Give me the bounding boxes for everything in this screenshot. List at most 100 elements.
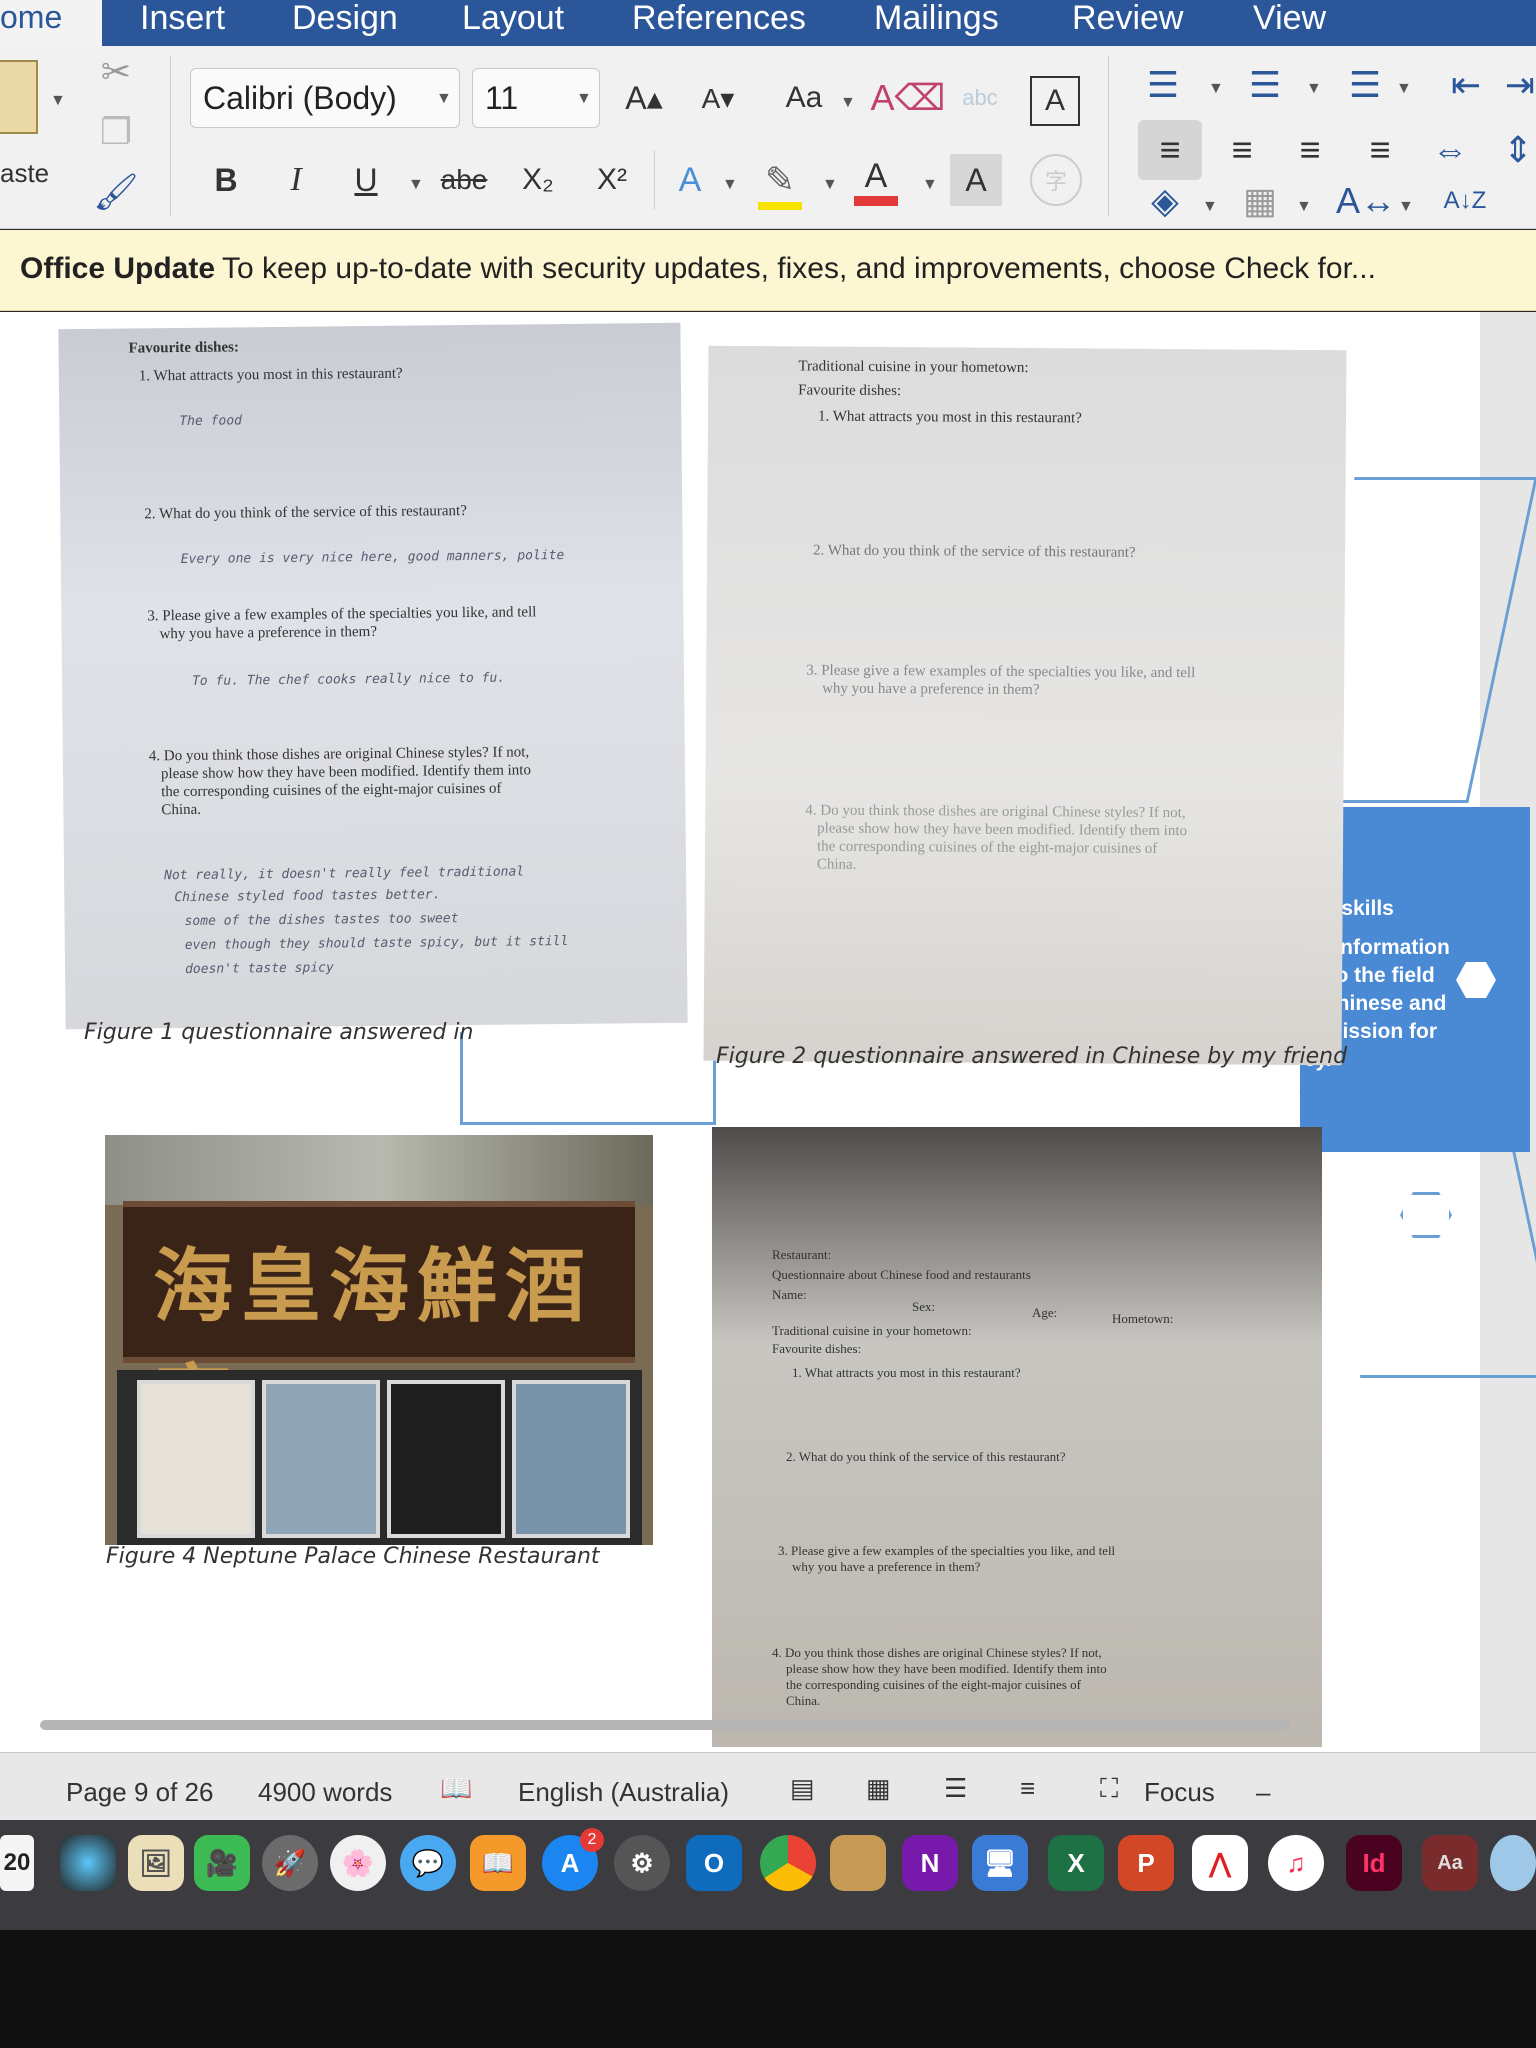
increase-indent-icon[interactable]: ⇥	[1504, 60, 1536, 110]
figure-3-photo[interactable]: Restaurant: Questionnaire about Chinese …	[712, 1127, 1322, 1747]
messages-icon[interactable]: 💬	[400, 1835, 456, 1891]
align-left-icon[interactable]: ≡	[1138, 120, 1202, 180]
acrobat-icon[interactable]: ⋀	[1192, 1835, 1248, 1891]
system-preferences-icon[interactable]: ⚙	[614, 1835, 670, 1891]
decrease-indent-icon[interactable]: ⇤	[1438, 60, 1494, 110]
outlook-icon[interactable]: O	[686, 1835, 742, 1891]
highlight-icon[interactable]: ✎	[750, 150, 810, 210]
powerpoint-icon[interactable]: P	[1118, 1835, 1174, 1891]
siri-icon[interactable]	[60, 1835, 116, 1891]
font-size-dropdown-icon[interactable]: ▼	[576, 90, 592, 108]
tab-mailings[interactable]: Mailings	[874, 0, 999, 40]
char-shading-button[interactable]: A	[950, 154, 1002, 206]
tab-home[interactable]: ome	[0, 0, 102, 46]
tab-design[interactable]: Design	[292, 0, 398, 40]
paste-dropdown-icon[interactable]: ▼	[50, 92, 66, 110]
text-effects-button[interactable]: A	[664, 150, 716, 210]
document-page[interactable]: ion skills ed information o do the field…	[0, 312, 1536, 1752]
text-direction-dropdown-icon[interactable]: ▼	[1398, 198, 1414, 216]
window	[137, 1380, 255, 1538]
message-bar-text[interactable]: To keep up-to-date with security updates…	[222, 252, 1376, 286]
numbering-dropdown-icon[interactable]: ▼	[1306, 80, 1322, 98]
subscript-button[interactable]: X₂	[506, 150, 570, 210]
align-center-icon[interactable]: ≡	[1212, 120, 1272, 180]
align-right-icon[interactable]: ≡	[1280, 120, 1340, 180]
tab-review[interactable]: Review	[1072, 0, 1183, 40]
borders-dropdown-icon[interactable]: ▼	[1296, 198, 1312, 216]
print-layout-view-icon[interactable]: ▤	[790, 1773, 815, 1804]
text-direction-icon[interactable]: A↔	[1336, 176, 1396, 226]
web-layout-view-icon[interactable]: ▦	[866, 1773, 891, 1804]
figure-2-photo[interactable]: Traditional cuisine in your hometown: Fa…	[703, 345, 1347, 1066]
format-painter-icon[interactable]: 🖌	[93, 171, 139, 212]
underline-dropdown-icon[interactable]: ▼	[408, 176, 424, 194]
copy-icon[interactable]: ❐	[96, 111, 136, 152]
excel-letter: X	[1067, 1847, 1085, 1878]
launchpad-icon[interactable]: 🚀	[262, 1835, 318, 1891]
multilevel-list-dropdown-icon[interactable]: ▼	[1396, 80, 1412, 98]
horizontal-scrollbar[interactable]	[40, 1720, 1290, 1730]
font-book-icon[interactable]: Aa	[1422, 1835, 1478, 1891]
excel-icon[interactable]: X	[1048, 1835, 1104, 1891]
paste-icon[interactable]	[0, 60, 38, 134]
strikethrough-button[interactable]: abe	[432, 150, 496, 210]
font-color-button[interactable]: A	[850, 150, 902, 202]
cut-icon[interactable]: ✂	[96, 51, 136, 92]
superscript-button[interactable]: X²	[580, 150, 644, 210]
figure-4-photo[interactable]: 海皇海鮮酒家	[105, 1135, 653, 1545]
photos-icon[interactable]: 🌸	[330, 1835, 386, 1891]
onenote-icon[interactable]: N	[902, 1835, 958, 1891]
change-case-button[interactable]: Aa	[776, 72, 832, 124]
tab-references[interactable]: References	[632, 0, 806, 40]
zoom-out-icon[interactable]: –	[1256, 1777, 1270, 1808]
books-icon[interactable]: 📖	[470, 1835, 526, 1891]
tab-view[interactable]: View	[1253, 0, 1326, 40]
enclose-characters-icon[interactable]: 字	[1030, 154, 1082, 206]
preview-icon[interactable]: 🖼	[128, 1835, 184, 1891]
page-count[interactable]: Page 9 of 26	[66, 1777, 213, 1808]
word-count[interactable]: 4900 words	[258, 1777, 392, 1808]
outline-view-icon[interactable]: ☰	[944, 1773, 967, 1804]
change-case-dropdown-icon[interactable]: ▼	[840, 94, 856, 112]
numbering-icon[interactable]: ☰	[1240, 60, 1290, 110]
focus-icon[interactable]: ⛶	[1100, 1773, 1118, 1805]
shading-dropdown-icon[interactable]: ▼	[1202, 198, 1218, 216]
justify-icon[interactable]: ≡	[1350, 120, 1410, 180]
screen-sharing-icon[interactable]: 🖥	[972, 1835, 1028, 1891]
draft-view-icon[interactable]: ≡	[1020, 1773, 1035, 1804]
clear-formatting-icon[interactable]: A⌫	[871, 72, 946, 124]
chrome-icon[interactable]	[760, 1835, 816, 1891]
calendar-icon[interactable]: 20	[0, 1835, 34, 1891]
indesign-icon[interactable]: Id	[1346, 1835, 1402, 1891]
focus-label[interactable]: Focus	[1144, 1777, 1215, 1808]
font-color-dropdown-icon[interactable]: ▼	[922, 176, 938, 194]
bullets-dropdown-icon[interactable]: ▼	[1208, 80, 1224, 98]
bullets-icon[interactable]: ☰	[1138, 60, 1188, 110]
multilevel-list-icon[interactable]: ☰	[1340, 60, 1390, 110]
highlight-dropdown-icon[interactable]: ▼	[822, 176, 838, 194]
tab-insert[interactable]: Insert	[140, 0, 225, 40]
underline-button[interactable]: U	[340, 150, 392, 210]
tab-layout[interactable]: Layout	[462, 0, 564, 40]
distributed-icon[interactable]: ⇔	[1420, 120, 1480, 180]
music-icon[interactable]: ♫	[1268, 1835, 1324, 1891]
sort-button[interactable]: A↓Z	[1440, 176, 1490, 226]
char-border-button[interactable]: A	[1030, 76, 1080, 126]
finder-icon[interactable]	[1490, 1835, 1536, 1891]
language-label[interactable]: English (Australia)	[518, 1777, 729, 1808]
notes-icon[interactable]	[830, 1835, 886, 1891]
line-spacing-icon[interactable]: ⇕	[1500, 120, 1536, 180]
shrink-font-button[interactable]: A▾	[692, 72, 744, 124]
bold-button[interactable]: B	[200, 150, 252, 210]
italic-button[interactable]: I	[270, 150, 322, 210]
shading-icon[interactable]: ◈	[1140, 176, 1190, 226]
proofing-icon[interactable]: 📖	[440, 1773, 472, 1804]
text-effects-dropdown-icon[interactable]: ▼	[722, 176, 738, 194]
grow-font-button[interactable]: A▴	[618, 72, 670, 124]
font-name-select[interactable]: Calibri (Body)	[190, 68, 460, 128]
phonetic-guide-icon[interactable]: abc	[952, 72, 1008, 124]
figure-1-photo[interactable]: Favourite dishes: 1. What attracts you m…	[58, 322, 688, 1030]
facetime-icon[interactable]: 🎥	[194, 1835, 250, 1891]
font-name-dropdown-icon[interactable]: ▼	[436, 90, 452, 108]
borders-icon[interactable]: ▦	[1234, 176, 1286, 226]
